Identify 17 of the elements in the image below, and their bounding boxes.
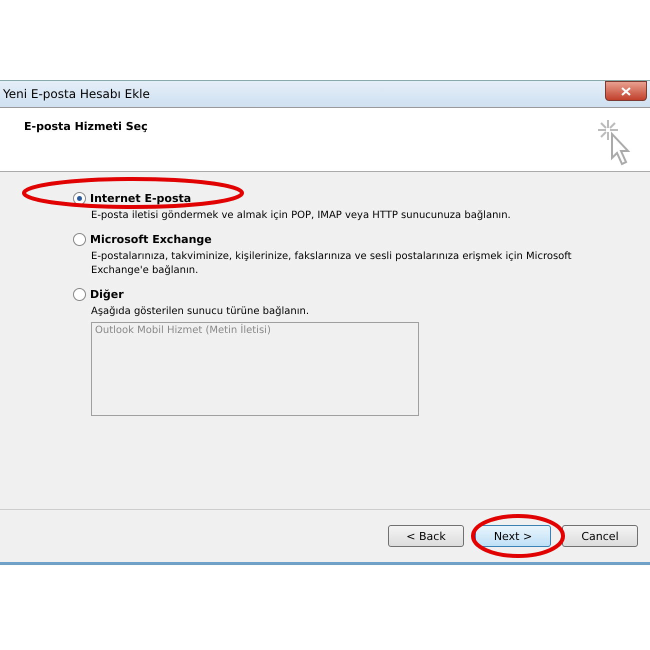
close-icon [621, 86, 631, 96]
back-button[interactable]: < Back [388, 525, 464, 547]
radio-button[interactable] [73, 192, 86, 204]
option-description: E-postalarınıza, takviminize, kişilerinize, fakslarınıza ve sesli postalarınıza erişmek için Microsoft Exchange'e bağlanın. [91, 250, 573, 278]
option-label[interactable]: Microsoft Exchange [90, 232, 212, 246]
next-button[interactable]: Next > [475, 525, 551, 547]
radio-button[interactable] [73, 232, 86, 246]
window-title: Yeni E-posta Hesabı Ekle [3, 87, 150, 101]
option-description: Aşağıda gösterilen sunucu türüne bağlanın. [91, 305, 310, 319]
option-label[interactable]: Internet E-posta [90, 192, 192, 204]
cancel-button[interactable]: Cancel [562, 525, 638, 547]
option-label[interactable]: Diğer [90, 288, 124, 300]
cursor-icon [598, 120, 630, 168]
close-button[interactable] [605, 81, 647, 101]
option-description: E-posta iletisi göndermek ve almak için POP, IMAP veya HTTP sunucunuza bağlanın. [91, 209, 512, 223]
page-heading: E-posta Hizmeti Seç [24, 120, 148, 135]
radio-button[interactable] [73, 288, 86, 300]
